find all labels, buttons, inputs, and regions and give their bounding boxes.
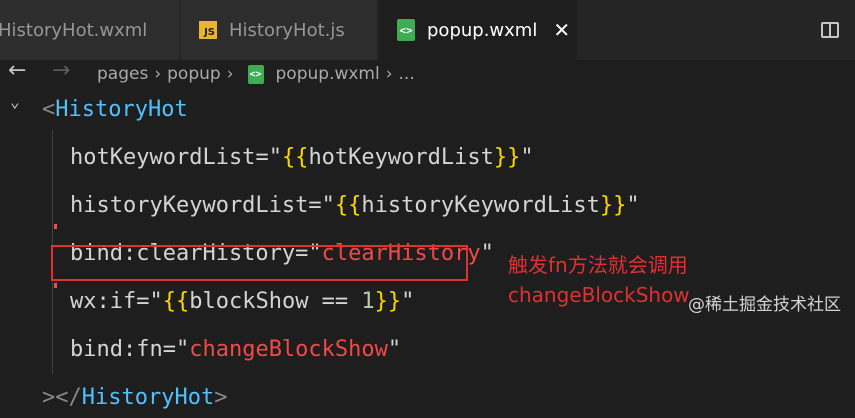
mustache-close: }} (599, 193, 627, 218)
wxml-file-icon: <> (247, 64, 264, 84)
tab-label: HistoryHot.js (229, 19, 345, 41)
quote: " (387, 337, 402, 362)
chevron-right-icon: › (226, 64, 234, 84)
quote: " (149, 289, 163, 314)
binding-expression: historyKeywordList (361, 193, 600, 218)
quote: " (626, 193, 640, 218)
wxml-file-icon: <> (397, 19, 415, 41)
binding-expression: hotKeywordList (308, 145, 494, 170)
mustache-open: {{ (334, 193, 362, 218)
breadcrumb-item-file[interactable]: popup.wxml (276, 64, 380, 84)
annotation-line-2: changeBlockShow (508, 283, 690, 307)
equals-sign: = (255, 145, 269, 170)
split-editor-icon[interactable] (821, 22, 839, 38)
attribute-name: hotKeywordList (70, 145, 256, 170)
mustache-close: }} (374, 289, 402, 314)
chevron-right-icon: › (385, 64, 393, 84)
code-line-3: historyKeywordList="{{historyKeywordList… (70, 192, 640, 220)
number-literal: 1 (361, 289, 375, 314)
tab-historyhot-wxml[interactable]: HistoryHot.wxml (0, 0, 180, 60)
annotation-text: 触发fn方法就会调用 changeBlockShow (508, 250, 690, 310)
quote: " (401, 289, 415, 314)
tag-bracket: < (42, 97, 56, 122)
breadcrumb-item-popup[interactable]: popup (167, 64, 221, 84)
quote: " (268, 145, 282, 170)
tag-bracket: ></ (42, 385, 82, 410)
code-line-1: <HistoryHot (42, 96, 188, 124)
breadcrumb-item-pages[interactable]: pages (97, 64, 148, 84)
tab-label: HistoryHot.wxml (0, 19, 148, 41)
attribute-name: wx:if (70, 289, 137, 314)
gutter-marker (54, 224, 57, 229)
breadcrumb: pages › popup › <> popup.wxml › ... (97, 64, 415, 84)
attribute-name: historyKeywordList (70, 193, 309, 218)
equals-sign: = (308, 193, 322, 218)
quote: " (480, 241, 494, 266)
tab-bar: HistoryHot.wxml JS HistoryHot.js <> popu… (0, 0, 855, 60)
binding-expression: blockShow == (189, 289, 362, 314)
tab-label: popup.wxml (427, 19, 538, 41)
code-line-2: hotKeywordList="{{hotKeywordList}}" (70, 144, 534, 172)
code-line-7: ></HistoryHot> (42, 384, 227, 412)
equals-sign: = (136, 289, 150, 314)
string-value: changeBlockShow (189, 337, 388, 362)
chevron-down-icon[interactable]: ⌄ (10, 92, 20, 111)
highlight-box (51, 245, 468, 281)
mustache-open: {{ (281, 145, 309, 170)
code-line-6: bind:fn="changeBlockShow" (70, 336, 401, 364)
quote: " (520, 145, 534, 170)
gutter-marker (54, 283, 57, 288)
annotation-line-1: 触发fn方法就会调用 (508, 253, 688, 277)
tab-historyhot-js[interactable]: JS HistoryHot.js (181, 0, 378, 60)
tag-name: HistoryHot (55, 97, 188, 122)
equals-sign: = (162, 337, 176, 362)
watermark: @稀土掘金技术社区 (688, 295, 841, 315)
close-icon[interactable]: ✕ (553, 18, 570, 42)
breadcrumb-item-more[interactable]: ... (399, 64, 415, 84)
tag-name: HistoryHot (81, 385, 215, 410)
mustache-close: }} (493, 145, 521, 170)
arrow-right-icon[interactable]: → (52, 58, 70, 83)
breadcrumb-bar: ← → pages › popup › <> popup.wxml › ... (0, 58, 855, 90)
chevron-right-icon: › (154, 64, 162, 84)
tag-bracket: > (214, 385, 228, 410)
tab-popup-wxml[interactable]: <> popup.wxml ✕ (379, 0, 578, 60)
mustache-open: {{ (162, 289, 190, 314)
arrow-left-icon[interactable]: ← (8, 58, 26, 83)
js-file-icon: JS (199, 21, 217, 39)
quote: " (321, 193, 335, 218)
code-line-5: wx:if="{{blockShow == 1}}" (70, 288, 414, 316)
attribute-name: bind:fn (70, 337, 163, 362)
quote: " (175, 337, 190, 362)
